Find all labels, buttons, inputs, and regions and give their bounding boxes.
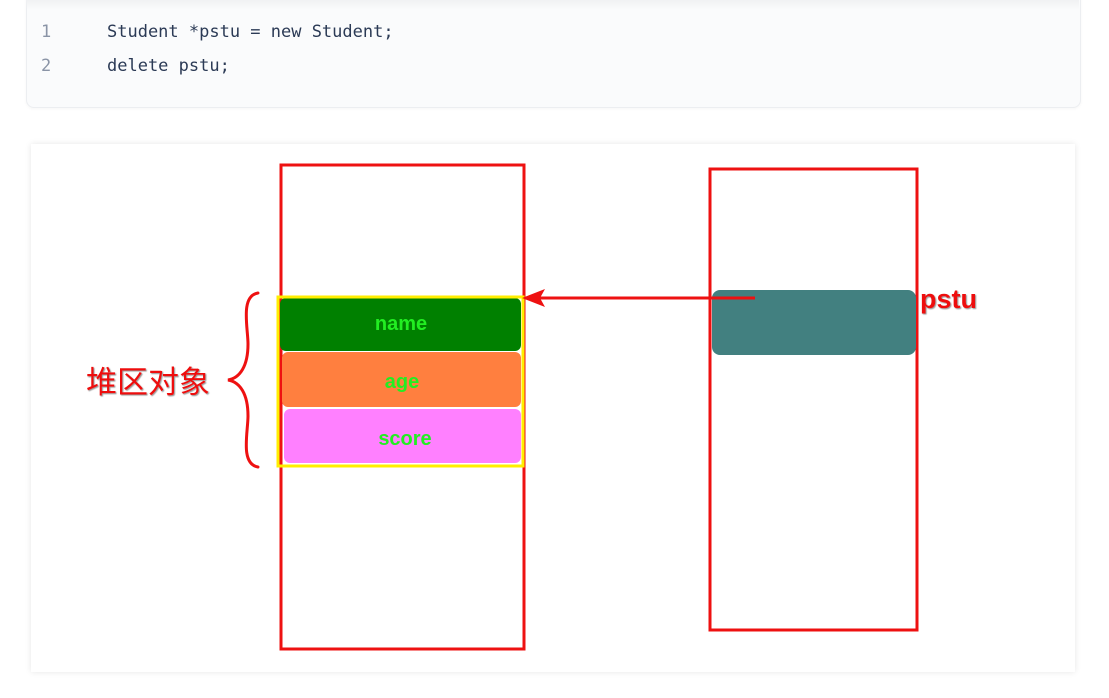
pointer-box xyxy=(712,290,916,355)
field-age-label: age xyxy=(385,371,419,393)
stack-frame xyxy=(708,167,919,632)
heap-object-label: 堆区对象 xyxy=(86,365,210,401)
pointer-label: pstu xyxy=(920,284,977,314)
field-score-label: score xyxy=(378,428,431,450)
curly-brace xyxy=(227,291,260,469)
field-name-label: name xyxy=(375,313,427,335)
diagram-canvas: name age score pstu 堆区对象 xyxy=(86,163,977,651)
